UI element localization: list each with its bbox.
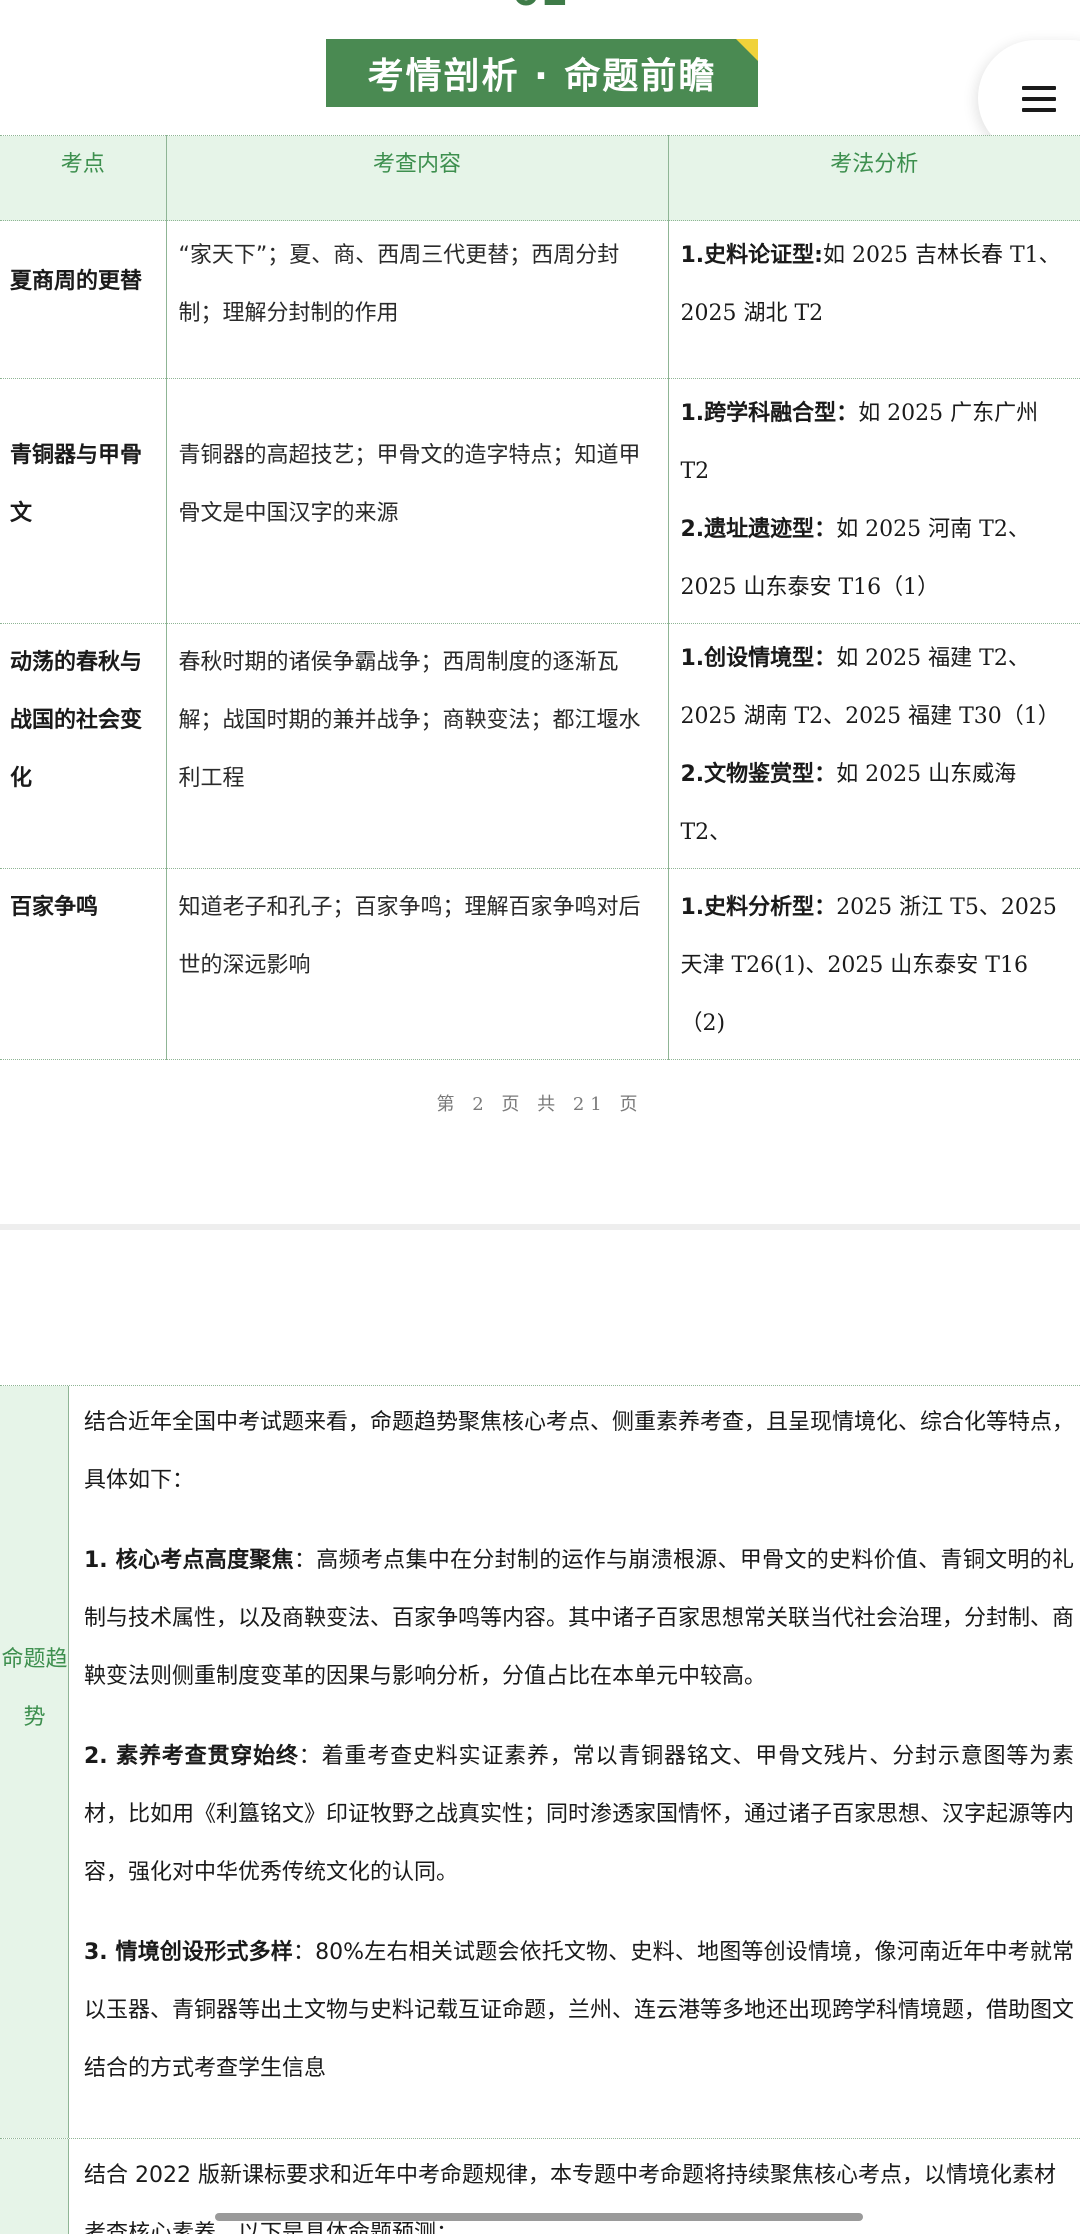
- table-row: 夏商周的更替 “家天下”；夏、商、西周三代更替；西周分封制；理解分封制的作用 1…: [0, 220, 1080, 379]
- content-text: “家天下”；夏、商、西周三代更替；西周分封制；理解分封制的作用: [178, 243, 620, 326]
- trend-side-label: 命题趋势: [1, 1647, 68, 1730]
- trend-point-label: 2. 素养考查贯穿始终: [84, 1744, 299, 1769]
- analysis-item: 1.创设情境型：如 2025 福建 T2、2025 湖南 T2、2025 福建 …: [680, 646, 1060, 729]
- trend-intro: 结合近年全国中考试题来看，命题趋势聚焦核心考点、侧重素养考查，且呈现情境化、综合…: [84, 1410, 1075, 1493]
- column-header: 考查内容: [166, 135, 669, 221]
- section-banner: 考情剖析 · 命题前瞻: [326, 39, 758, 107]
- topic-label: 动荡的春秋与战国的社会变化: [10, 650, 143, 791]
- content-cell: 春秋时期的诸侯争霸战争；西周制度的逐渐瓦解；战国时期的兼并战争；商鞅变法；都江堰…: [166, 623, 669, 869]
- content-cell: “家天下”；夏、商、西周三代更替；西周分封制；理解分封制的作用: [166, 220, 669, 379]
- analysis-cell: 1.创设情境型：如 2025 福建 T2、2025 湖南 T2、2025 福建 …: [668, 623, 1080, 869]
- content-cell: 知道老子和孔子；百家争鸣；理解百家争鸣对后世的深远影响: [166, 868, 669, 1060]
- topic-label: 夏商周的更替: [10, 269, 143, 294]
- analysis-item: 1.史料论证型:如 2025 吉林长春 T1、2025 湖北 T2: [680, 243, 1061, 326]
- page-separator: [0, 1224, 1080, 1230]
- banner-corner-decoration: [736, 39, 758, 61]
- content-text: 知道老子和孔子；百家争鸣；理解百家争鸣对后世的深远影响: [178, 895, 641, 978]
- table-header-row: 考点 考查内容 考法分析: [0, 135, 1080, 221]
- scroll-indicator[interactable]: [215, 2213, 863, 2221]
- topic-cell: 动荡的春秋与战国的社会变化: [0, 623, 167, 869]
- topic-cell: 夏商周的更替: [0, 220, 167, 379]
- topic-cell: 百家争鸣: [0, 868, 167, 1060]
- analysis-item: 2.遗址遗迹型：如 2025 河南 T2、2025 山东泰安 T16（1）: [680, 517, 1030, 600]
- analysis-item: 2.文物鉴赏型：如 2025 山东威海 T2、: [680, 762, 1017, 845]
- table-row: 百家争鸣 知道老子和孔子；百家争鸣；理解百家争鸣对后世的深远影响 1.史料分析型…: [0, 868, 1080, 1060]
- trend-point-label: 3. 情境创设形式多样: [84, 1940, 293, 1965]
- page-number: 第 2 页 共 21 页: [436, 1094, 644, 1115]
- content-text: 青铜器的高超技艺；甲骨文的造字特点；知道甲骨文是中国汉字的来源: [178, 443, 641, 526]
- analysis-item: 1.跨学科融合型：如 2025 广东广州 T2: [680, 401, 1039, 484]
- trend-point: 2. 素养考查贯穿始终：着重考查史料实证素养，常以青铜器铭文、甲骨文残片、分封示…: [84, 1728, 1074, 1902]
- trend-section: 命题趋势 结合近年全国中考试题来看，命题趋势聚焦核心考点、侧重素养考查，且呈现情…: [0, 1385, 1080, 2139]
- trend-side-header: 命题趋势: [0, 1386, 69, 2138]
- trend-point-label: 1. 核心考点高度聚焦: [84, 1548, 294, 1573]
- prediction-side-header: [0, 2139, 69, 2234]
- trend-point: 3. 情境创设形式多样：80%左右相关试题会依托文物、史料、地图等创设情境，像河…: [84, 1924, 1074, 2098]
- section-number: 01: [510, 0, 570, 14]
- table-row: 动荡的春秋与战国的社会变化 春秋时期的诸侯争霸战争；西周制度的逐渐瓦解；战国时期…: [0, 623, 1080, 869]
- analysis-cell: 1.史料论证型:如 2025 吉林长春 T1、2025 湖北 T2: [668, 220, 1080, 379]
- banner-title: 考情剖析 · 命题前瞻: [367, 56, 717, 97]
- column-header: 考点: [0, 135, 167, 221]
- exam-points-table: 考点 考查内容 考法分析 夏商周的更替 “家天下”；夏、商、西周三代更替；西周分…: [0, 135, 1080, 1060]
- analysis-item: 1.史料分析型：2025 浙江 T5、2025 天津 T26(1)、2025 山…: [680, 895, 1057, 1036]
- topic-label: 青铜器与甲骨文: [10, 443, 143, 526]
- trend-body: 结合近年全国中考试题来看，命题趋势聚焦核心考点、侧重素养考查，且呈现情境化、综合…: [84, 1394, 1074, 2120]
- topic-cell: 青铜器与甲骨文: [0, 378, 167, 624]
- topic-label: 百家争鸣: [10, 895, 99, 920]
- content-text: 春秋时期的诸侯争霸战争；西周制度的逐渐瓦解；战国时期的兼并战争；商鞅变法；都江堰…: [178, 650, 641, 791]
- column-header: 考法分析: [668, 135, 1080, 221]
- analysis-cell: 1.史料分析型：2025 浙江 T5、2025 天津 T26(1)、2025 山…: [668, 868, 1080, 1060]
- analysis-cell: 1.跨学科融合型：如 2025 广东广州 T2 2.遗址遗迹型：如 2025 河…: [668, 378, 1080, 624]
- content-cell: 青铜器的高超技艺；甲骨文的造字特点；知道甲骨文是中国汉字的来源: [166, 378, 669, 624]
- trend-point: 1. 核心考点高度聚焦：高频考点集中在分封制的运作与崩溃根源、甲骨文的史料价值、…: [84, 1532, 1074, 1706]
- table-row: 青铜器与甲骨文 青铜器的高超技艺；甲骨文的造字特点；知道甲骨文是中国汉字的来源 …: [0, 378, 1080, 624]
